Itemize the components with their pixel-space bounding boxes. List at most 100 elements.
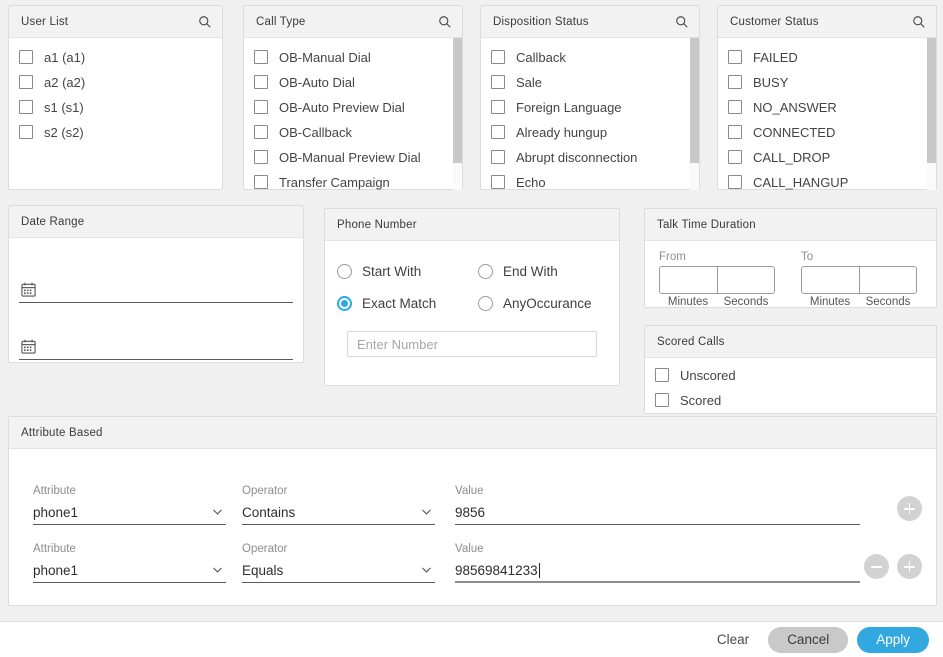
checkbox[interactable]	[491, 125, 505, 139]
list-item[interactable]: s1 (s1)	[9, 96, 222, 118]
list-item[interactable]: s2 (s2)	[9, 121, 222, 143]
list-item[interactable]: OB-Manual Preview Dial	[244, 146, 462, 168]
checkbox[interactable]	[254, 75, 268, 89]
checkbox[interactable]	[491, 100, 505, 114]
checkbox[interactable]	[19, 50, 33, 64]
checkbox[interactable]	[491, 150, 505, 164]
radio-option-end-with[interactable]: End With	[478, 255, 619, 287]
disposition-status-scrollbar[interactable]	[690, 38, 699, 190]
apply-button[interactable]: Apply	[857, 626, 929, 653]
seconds-input[interactable]	[717, 266, 775, 294]
list-item[interactable]: Scored	[645, 389, 936, 411]
checkbox[interactable]	[728, 150, 742, 164]
checkbox[interactable]	[728, 175, 742, 189]
radio-button[interactable]	[478, 263, 493, 279]
list-item[interactable]: NO_ANSWER	[718, 96, 936, 118]
scrollbar-thumb[interactable]	[453, 38, 462, 163]
value-input-field[interactable]: Value 9856	[455, 485, 860, 525]
minutes-input[interactable]	[659, 266, 717, 294]
chevron-down-icon[interactable]	[211, 505, 224, 518]
date-to-field[interactable]	[9, 303, 303, 360]
list-item[interactable]: Callback	[481, 46, 699, 68]
seconds-input[interactable]	[859, 266, 917, 294]
list-item[interactable]: CALL_HANGUP	[718, 171, 936, 190]
checkbox[interactable]	[728, 100, 742, 114]
chevron-down-icon[interactable]	[420, 563, 433, 576]
scrollbar-thumb[interactable]	[690, 38, 699, 163]
radio-option-start-with[interactable]: Start With	[337, 255, 478, 287]
list-item[interactable]: Transfer Campaign	[244, 171, 462, 190]
checkbox[interactable]	[655, 393, 669, 407]
cancel-button[interactable]: Cancel	[768, 626, 849, 653]
search-icon[interactable]	[198, 15, 212, 29]
checkbox[interactable]	[19, 75, 33, 89]
value-input-control[interactable]: 9856	[455, 501, 860, 525]
checkbox[interactable]	[491, 50, 505, 64]
checkbox[interactable]	[254, 150, 268, 164]
list-item[interactable]: OB-Manual Dial	[244, 46, 462, 68]
search-icon[interactable]	[438, 15, 452, 29]
phone-match-options: Start With End With Exact Match AnyOccuranc…	[325, 241, 619, 319]
checkbox[interactable]	[491, 175, 505, 189]
radio-option-anyoccurance[interactable]: AnyOccurance	[478, 287, 619, 319]
attribute-select-control[interactable]: phone1	[33, 501, 226, 525]
list-item[interactable]: BUSY	[718, 71, 936, 93]
list-item[interactable]: Foreign Language	[481, 96, 699, 118]
checkbox[interactable]	[19, 125, 33, 139]
radio-button[interactable]	[337, 263, 352, 279]
call-type-scrollbar[interactable]	[453, 38, 462, 190]
add-attribute-button[interactable]	[897, 496, 922, 521]
checkbox[interactable]	[19, 100, 33, 114]
list-item[interactable]: OB-Auto Preview Dial	[244, 96, 462, 118]
checkbox[interactable]	[254, 100, 268, 114]
list-item[interactable]: Unscored	[645, 364, 936, 386]
list-item[interactable]: OB-Auto Dial	[244, 71, 462, 93]
list-item[interactable]: OB-Callback	[244, 121, 462, 143]
value-input-control[interactable]: 98569841233	[455, 559, 860, 583]
attribute-select-field[interactable]: Attribute phone1	[33, 485, 226, 525]
operator-select-field[interactable]: Operator Equals	[242, 543, 435, 583]
customer-status-scrollbar[interactable]	[927, 38, 936, 190]
checkbox[interactable]	[254, 125, 268, 139]
scrollbar-thumb[interactable]	[927, 38, 936, 163]
list-item[interactable]: Already hungup	[481, 121, 699, 143]
phone-number-input[interactable]	[347, 331, 597, 357]
list-item[interactable]: a2 (a2)	[9, 71, 222, 93]
list-item[interactable]: a1 (a1)	[9, 46, 222, 68]
seconds-label: Seconds	[865, 296, 911, 308]
date-from-field[interactable]	[9, 246, 303, 303]
list-item[interactable]: CONNECTED	[718, 121, 936, 143]
attribute-select-field[interactable]: Attribute phone1	[33, 543, 226, 583]
minutes-input[interactable]	[801, 266, 859, 294]
calendar-icon[interactable]	[21, 339, 36, 354]
checkbox[interactable]	[254, 175, 268, 189]
clear-button[interactable]: Clear	[711, 631, 755, 648]
value-input-field[interactable]: Value 98569841233	[455, 543, 860, 583]
checkbox[interactable]	[254, 50, 268, 64]
checkbox[interactable]	[655, 368, 669, 382]
remove-attribute-button[interactable]	[864, 554, 889, 579]
checkbox[interactable]	[728, 75, 742, 89]
operator-select-control[interactable]: Contains	[242, 501, 435, 525]
list-item[interactable]: Sale	[481, 71, 699, 93]
search-icon[interactable]	[912, 15, 926, 29]
chevron-down-icon[interactable]	[211, 563, 224, 576]
calendar-icon[interactable]	[21, 282, 36, 297]
operator-select-field[interactable]: Operator Contains	[242, 485, 435, 525]
checkbox[interactable]	[491, 75, 505, 89]
attribute-select-control[interactable]: phone1	[33, 559, 226, 583]
chevron-down-icon[interactable]	[420, 505, 433, 518]
list-item[interactable]: CALL_DROP	[718, 146, 936, 168]
add-attribute-button[interactable]	[897, 554, 922, 579]
list-item[interactable]: Abrupt disconnection	[481, 146, 699, 168]
search-icon[interactable]	[675, 15, 689, 29]
list-item[interactable]: Echo	[481, 171, 699, 190]
checkbox[interactable]	[728, 125, 742, 139]
radio-button[interactable]	[478, 295, 493, 311]
radio-option-exact-match[interactable]: Exact Match	[337, 287, 478, 319]
list-item[interactable]: FAILED	[718, 46, 936, 68]
list-item-label: OB-Callback	[279, 124, 352, 140]
checkbox[interactable]	[728, 50, 742, 64]
radio-button[interactable]	[337, 295, 352, 311]
operator-select-control[interactable]: Equals	[242, 559, 435, 583]
